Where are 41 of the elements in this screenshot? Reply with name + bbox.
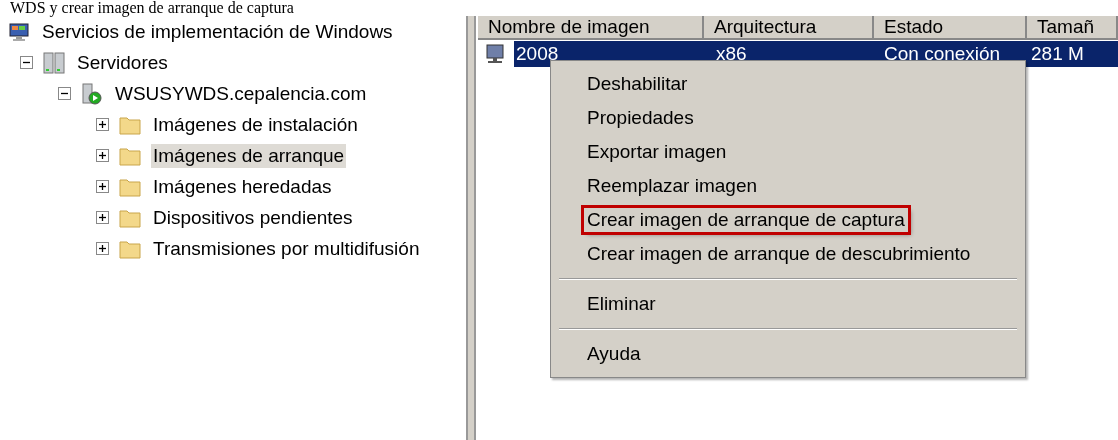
folder-icon — [119, 176, 141, 197]
column-header[interactable]: Estado — [874, 16, 1027, 40]
tree-item[interactable]: Imágenes de instalación — [151, 112, 360, 137]
menu-item[interactable]: Propiedades — [584, 106, 697, 130]
expand-icon[interactable] — [96, 118, 109, 131]
tree-item[interactable]: Imágenes heredadas — [151, 174, 334, 199]
menu-item[interactable]: Deshabilitar — [584, 72, 691, 96]
folder-icon — [119, 145, 141, 166]
menu-item[interactable]: Crear imagen de arranque de descubrimiento — [584, 242, 974, 266]
server-icon — [81, 82, 103, 105]
tree-item[interactable]: WSUSYWDS.cepalencia.com — [113, 81, 369, 106]
tree-item[interactable]: Dispositivos pendientes — [151, 205, 355, 230]
menu-item[interactable]: Reemplazar imagen — [584, 174, 761, 198]
column-header[interactable]: Tamañ — [1027, 16, 1118, 40]
tree-item[interactable]: Servidores — [75, 50, 170, 75]
collapse-icon[interactable] — [20, 56, 33, 69]
collapse-icon[interactable] — [58, 87, 71, 100]
menu-item[interactable]: Eliminar — [584, 292, 659, 316]
menu-item[interactable]: Exportar imagen — [584, 140, 730, 164]
tree-item[interactable]: Transmisiones por multidifusión — [151, 236, 422, 261]
tree-item[interactable]: Imágenes de arranque — [151, 143, 347, 168]
caption: WDS y crear imagen de arranque de captura — [9, 0, 295, 16]
table-cell-text: 2008 — [515, 41, 560, 66]
server-rack-icon — [43, 51, 65, 74]
folder-icon — [119, 114, 141, 135]
column-header[interactable]: Arquitectura — [704, 16, 874, 40]
expand-icon[interactable] — [96, 242, 109, 255]
tree-item[interactable]: Servicios de implementación de Windows — [40, 19, 395, 44]
monitor-icon — [484, 43, 506, 65]
table-cell-text: Con conexión — [883, 41, 1002, 66]
table-cell-text: 281 M — [1030, 41, 1085, 66]
menu-item[interactable]: Ayuda — [584, 342, 644, 366]
expand-icon[interactable] — [96, 149, 109, 162]
column-header[interactable]: Nombre de imagen — [478, 16, 704, 40]
table-cell-text: x86 — [715, 41, 748, 66]
folder-icon — [119, 207, 141, 228]
folder-icon — [119, 238, 141, 259]
menu-item[interactable]: Crear imagen de arranque de captura — [584, 208, 908, 232]
computer-icon — [8, 20, 30, 43]
expand-icon[interactable] — [96, 180, 109, 193]
expand-icon[interactable] — [96, 211, 109, 224]
